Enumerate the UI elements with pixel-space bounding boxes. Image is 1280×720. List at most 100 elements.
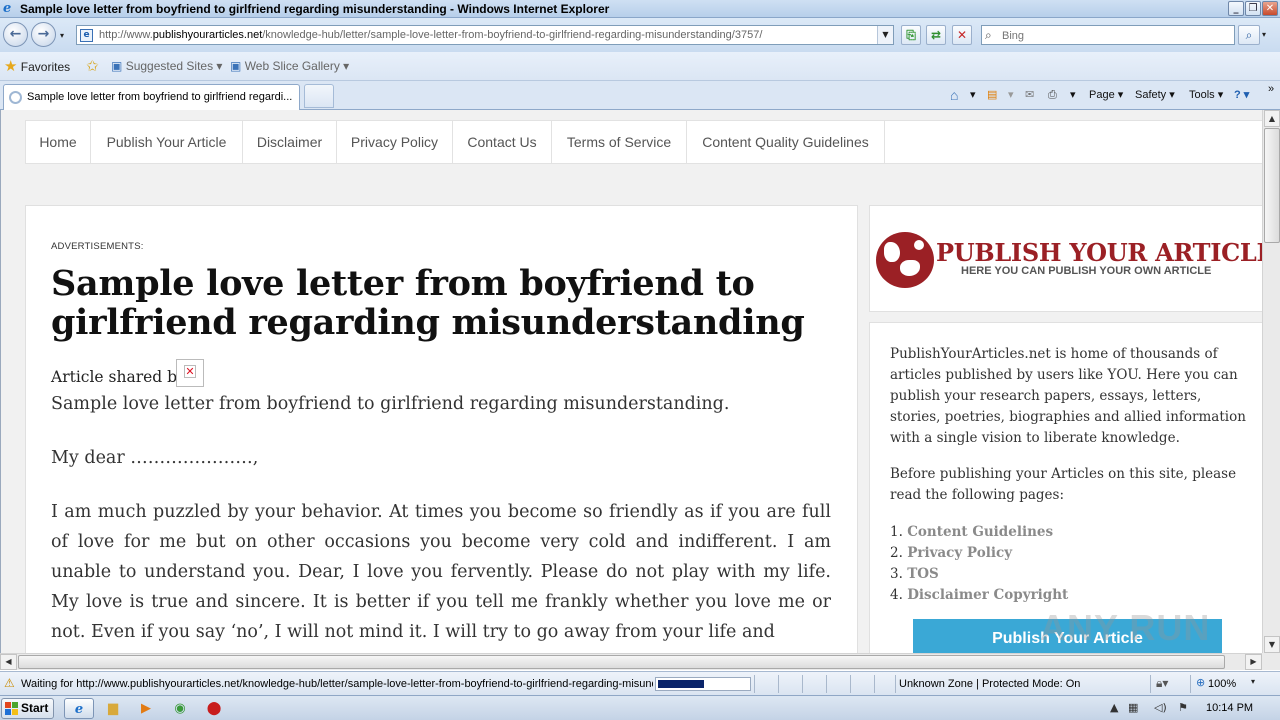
- print-dropdown-icon[interactable]: ▾: [1070, 88, 1076, 102]
- taskbar-clock[interactable]: 10:14 PM: [1206, 702, 1253, 714]
- suggested-sites-icon: ▣: [111, 59, 123, 73]
- tools-menu[interactable]: Tools ▾: [1189, 88, 1223, 102]
- window-title-bar: e Sample love letter from boyfriend to g…: [0, 0, 1280, 18]
- feeds-icon[interactable]: ▤: [987, 88, 997, 102]
- safety-menu[interactable]: Safety ▾: [1135, 88, 1175, 102]
- scroll-left-icon[interactable]: ◀: [0, 654, 17, 670]
- show-hidden-icons[interactable]: ▲: [1110, 701, 1118, 714]
- web-slice-gallery-button[interactable]: ▣ Web Slice Gallery ▾: [230, 59, 349, 74]
- tab-loading-icon: [9, 91, 22, 104]
- nav-contact-us[interactable]: Contact Us: [453, 121, 552, 163]
- zoom-level[interactable]: 100%: [1208, 678, 1236, 690]
- start-button[interactable]: Start: [1, 698, 54, 719]
- search-provider-icon: ⌕: [985, 28, 992, 42]
- status-separator: [826, 675, 827, 693]
- print-icon[interactable]: ⎙: [1048, 88, 1057, 102]
- page-icon: e: [80, 29, 93, 42]
- volume-icon[interactable]: ◁): [1154, 701, 1167, 714]
- search-input[interactable]: [1002, 28, 1227, 43]
- refresh-icon[interactable]: ⇄: [926, 25, 946, 45]
- loading-progress-bar: [655, 677, 751, 691]
- status-separator: [850, 675, 851, 693]
- new-tab-button[interactable]: [304, 84, 334, 108]
- address-dropdown-icon[interactable]: ▼: [877, 26, 893, 44]
- nav-privacy-policy[interactable]: Privacy Policy: [337, 121, 453, 163]
- site-logo[interactable]: PUBLISH YOUR ARTICLE HERE YOU CAN PUBLIS…: [869, 205, 1262, 312]
- horizontal-scrollbar[interactable]: ◀ ▶: [0, 653, 1262, 670]
- back-button[interactable]: ←: [3, 22, 28, 47]
- before-publishing-text: Before publishing your Articles on this …: [890, 466, 1237, 503]
- taskbar-security-alert-icon[interactable]: ⬤: [199, 698, 229, 719]
- protected-mode-icon[interactable]: 🔒︎▾: [1156, 676, 1168, 691]
- windows-logo-icon: [5, 702, 18, 715]
- anyrun-watermark: ANY RUN: [1040, 607, 1211, 648]
- article-intro: Sample love letter from boyfriend to gir…: [51, 394, 730, 414]
- more-commands-icon[interactable]: »: [1268, 82, 1274, 96]
- window-title: Sample love letter from boyfriend to gir…: [20, 2, 610, 16]
- guidelines-list: 1. Content Guidelines 2. Privacy Policy …: [890, 522, 1068, 606]
- nav-content-quality-guidelines[interactable]: Content Quality Guidelines: [687, 121, 885, 163]
- address-url[interactable]: http://www.publishyourarticles.net/knowl…: [99, 29, 879, 42]
- help-menu[interactable]: ? ▾: [1234, 88, 1249, 102]
- scroll-down-icon[interactable]: ▼: [1264, 636, 1280, 653]
- stop-icon[interactable]: ✕: [952, 25, 972, 45]
- home-dropdown-icon[interactable]: ▾: [970, 88, 976, 102]
- list-item: 2. Privacy Policy: [890, 545, 1013, 561]
- article-byline: Article shared by: [51, 368, 186, 386]
- link-privacy-policy[interactable]: Privacy Policy: [907, 545, 1012, 561]
- tab-active[interactable]: Sample love letter from boyfriend to gir…: [3, 84, 300, 110]
- page-menu[interactable]: Page ▾: [1089, 88, 1123, 102]
- internet-explorer-icon: e: [3, 1, 12, 16]
- logo-title: PUBLISH YOUR ARTICLE: [936, 238, 1262, 267]
- restore-button[interactable]: ❐: [1245, 1, 1261, 16]
- status-separator: [802, 675, 803, 693]
- read-mail-icon[interactable]: ✉: [1025, 88, 1034, 102]
- scroll-up-icon[interactable]: ▲: [1264, 110, 1280, 127]
- taskbar-chrome-icon[interactable]: ◉: [165, 698, 195, 719]
- favorites-button[interactable]: ★ Favorites: [4, 59, 70, 75]
- link-content-guidelines[interactable]: Content Guidelines: [907, 524, 1053, 540]
- address-bar[interactable]: e http://www.publishyourarticles.net/kno…: [76, 25, 894, 45]
- zoom-icon[interactable]: ⊕: [1196, 676, 1205, 689]
- minimize-button[interactable]: _: [1228, 1, 1244, 16]
- list-item: 4. Disclaimer Copyright: [890, 587, 1069, 603]
- link-tos[interactable]: TOS: [907, 566, 939, 582]
- status-separator: [895, 675, 896, 693]
- horizontal-scroll-thumb[interactable]: [18, 655, 1225, 669]
- scrollbar-corner: [1262, 653, 1280, 670]
- vertical-scrollbar[interactable]: ▲ ▼: [1262, 110, 1280, 653]
- navigation-toolbar: ← → ▾ e http://www.publishyourarticles.n…: [0, 18, 1280, 52]
- security-zone[interactable]: Unknown Zone | Protected Mode: On: [899, 678, 1080, 690]
- vertical-scroll-thumb[interactable]: [1264, 128, 1280, 243]
- nav-terms-of-service[interactable]: Terms of Service: [552, 121, 687, 163]
- nav-disclaimer[interactable]: Disclaimer: [243, 121, 337, 163]
- list-item: 3. TOS: [890, 566, 939, 582]
- suggested-sites-button[interactable]: ▣ Suggested Sites ▾: [111, 59, 222, 74]
- link-disclaimer-copyright[interactable]: Disclaimer Copyright: [907, 587, 1068, 603]
- taskbar-media-player-icon[interactable]: ▶: [131, 698, 161, 719]
- action-center-flag-icon[interactable]: ⚑: [1178, 701, 1188, 714]
- forward-button[interactable]: →: [31, 22, 56, 47]
- search-button[interactable]: ⌕: [1238, 25, 1260, 45]
- compatibility-view-icon[interactable]: ⎘: [901, 25, 921, 45]
- zoom-dropdown-icon[interactable]: ▾: [1251, 677, 1255, 686]
- network-icon[interactable]: ▦: [1128, 701, 1138, 714]
- globe-logo-icon: [876, 232, 934, 288]
- feeds-dropdown-icon[interactable]: ▾: [1008, 88, 1014, 102]
- tab-row: Sample love letter from boyfriend to gir…: [0, 81, 1280, 110]
- author-avatar-broken-image[interactable]: ✕: [176, 359, 204, 387]
- nav-publish-your-article[interactable]: Publish Your Article: [91, 121, 243, 163]
- recent-pages-dropdown-icon[interactable]: ▾: [60, 31, 64, 40]
- close-window-button[interactable]: ✕: [1262, 1, 1278, 16]
- scroll-right-icon[interactable]: ▶: [1245, 654, 1262, 670]
- home-icon[interactable]: ⌂: [950, 88, 958, 102]
- add-to-favorites-bar-icon[interactable]: ✩: [86, 59, 99, 75]
- favorites-bar: ★ Favorites ✩ ▣ Suggested Sites ▾ ▣ Web …: [0, 52, 1280, 81]
- search-box[interactable]: ⌕: [981, 25, 1235, 45]
- taskbar-explorer-folder-icon[interactable]: ▆: [98, 698, 128, 719]
- nav-home[interactable]: Home: [26, 121, 91, 163]
- status-separator: [874, 675, 875, 693]
- taskbar-internet-explorer-icon[interactable]: e: [64, 698, 94, 719]
- search-options-dropdown-icon[interactable]: ▾: [1262, 30, 1266, 39]
- letter-body: I am much puzzled by your behavior. At t…: [51, 502, 831, 642]
